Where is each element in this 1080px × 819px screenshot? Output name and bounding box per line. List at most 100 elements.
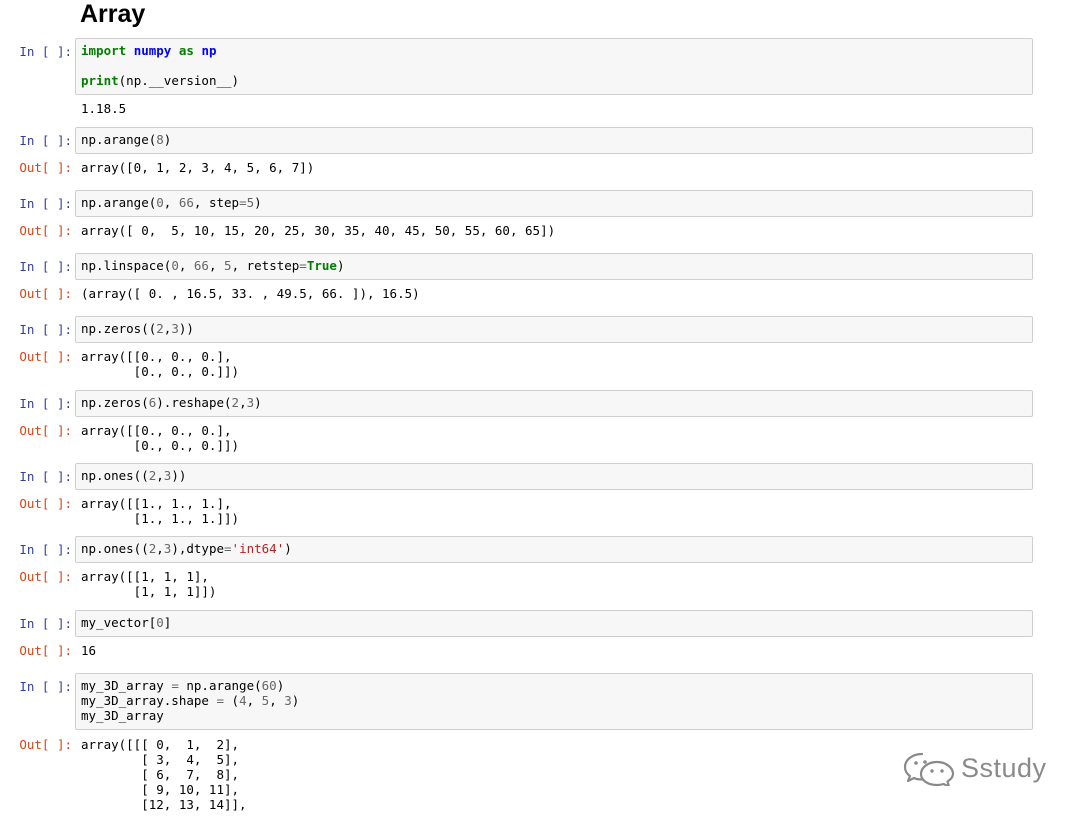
input-prompt: In [ ]: — [19, 469, 72, 484]
code-token: , — [208, 258, 225, 273]
code-token: , — [269, 693, 285, 708]
code-input-1[interactable]: np.arange(8) — [75, 127, 1033, 154]
cell-output-5: array([[0., 0., 0.], [0., 0., 0.]]) — [81, 423, 240, 453]
cell-output-4: array([[0., 0., 0.], [0., 0., 0.]]) — [81, 349, 240, 379]
code-line: import numpy as np — [81, 43, 1027, 58]
cell-output-2: array([ 0, 5, 10, 15, 20, 25, 30, 35, 40… — [81, 223, 556, 238]
code-line: np.zeros((2,3)) — [81, 321, 1027, 336]
code-line: np.arange(0, 66, step=5) — [81, 195, 1027, 210]
code-line: np.linspace(0, 66, 5, retstep=True) — [81, 258, 1027, 273]
cell-output-8: 16 — [81, 643, 97, 658]
input-prompt: In [ ]: — [19, 133, 72, 148]
code-line: my_3D_array.shape = (4, 5, 3) — [81, 693, 1027, 708]
code-token: 0 — [171, 258, 179, 273]
page-title: Array — [80, 0, 146, 28]
code-token: , step — [193, 195, 240, 210]
code-token: = — [224, 541, 232, 556]
input-prompt: In [ ]: — [19, 259, 72, 274]
code-token: ) — [336, 258, 345, 273]
input-prompt: In [ ]: — [19, 44, 72, 59]
code-token: np.zeros( — [81, 395, 149, 410]
code-token: (np.__version__) — [118, 73, 240, 88]
code-token: import — [81, 43, 127, 58]
cell-output-1: array([0, 1, 2, 3, 4, 5, 6, 7]) — [81, 160, 315, 175]
cell-output-0: 1.18.5 — [81, 101, 127, 116]
output-prompt: Out[ ]: — [19, 569, 72, 584]
output-prompt: Out[ ]: — [19, 737, 72, 752]
code-token: my_3D_array — [81, 678, 172, 693]
code-token: np — [201, 43, 217, 58]
code-line: np.zeros(6).reshape(2,3) — [81, 395, 1027, 410]
code-token: ).reshape( — [156, 395, 232, 410]
code-line: np.ones((2,3)) — [81, 468, 1027, 483]
input-prompt: In [ ]: — [19, 542, 72, 557]
code-input-6[interactable]: np.ones((2,3)) — [75, 463, 1033, 490]
code-token: = — [171, 678, 179, 693]
code-token: 0 — [156, 615, 164, 630]
code-token: ) — [254, 395, 262, 410]
cell-output-9: array([[[ 0, 1, 2], [ 3, 4, 5], [ 6, 7, … — [81, 737, 247, 812]
code-token: ) — [163, 132, 172, 147]
code-token: 'int64' — [231, 541, 285, 556]
output-prompt: Out[ ]: — [19, 349, 72, 364]
code-token: ) — [276, 678, 285, 693]
code-token: my_3D_array.shape — [81, 693, 217, 708]
code-token: , — [178, 258, 194, 273]
code-token: , — [156, 541, 164, 556]
code-token: , — [246, 693, 262, 708]
code-token: np.arange( — [81, 195, 157, 210]
code-input-3[interactable]: np.linspace(0, 66, 5, retstep=True) — [75, 253, 1033, 280]
code-token: )) — [171, 468, 187, 483]
code-token: True — [306, 258, 337, 273]
code-token: 8 — [156, 132, 164, 147]
code-token: print — [81, 73, 119, 88]
output-prompt: Out[ ]: — [19, 286, 72, 301]
code-line: my_3D_array — [81, 708, 1027, 723]
code-token: 5 — [246, 195, 255, 210]
code-token: numpy — [133, 43, 172, 58]
input-prompt: In [ ]: — [19, 616, 72, 631]
code-input-5[interactable]: np.zeros(6).reshape(2,3) — [75, 390, 1033, 417]
code-token: 3 — [246, 395, 255, 410]
code-token: 66 — [178, 195, 194, 210]
code-token: 5 — [224, 258, 232, 273]
code-input-7[interactable]: np.ones((2,3),dtype='int64') — [75, 536, 1033, 563]
input-prompt: In [ ]: — [19, 196, 72, 211]
output-prompt: Out[ ]: — [19, 160, 72, 175]
code-input-2[interactable]: np.arange(0, 66, step=5) — [75, 190, 1033, 217]
code-token: )) — [178, 321, 194, 336]
code-token: , — [156, 468, 164, 483]
code-token: np.ones(( — [81, 468, 149, 483]
watermark: Sstudy — [903, 750, 1047, 786]
code-input-8[interactable]: my_vector[0] — [75, 610, 1033, 637]
code-token: 3 — [284, 693, 292, 708]
code-token: 0 — [156, 195, 164, 210]
code-token: my_vector[ — [81, 615, 157, 630]
cell-output-7: array([[1, 1, 1], [1, 1, 1]]) — [81, 569, 217, 599]
cell-output-3: (array([ 0. , 16.5, 33. , 49.5, 66. ]), … — [81, 286, 420, 301]
code-line: my_3D_array = np.arange(60) — [81, 678, 1027, 693]
output-prompt: Out[ ]: — [19, 496, 72, 511]
code-line: my_vector[0] — [81, 615, 1027, 630]
code-token: np.arange( — [178, 678, 262, 693]
code-token: np.zeros(( — [81, 321, 157, 336]
code-token: ),dtype — [171, 541, 225, 556]
output-prompt: Out[ ]: — [19, 423, 72, 438]
code-input-9[interactable]: my_3D_array = np.arange(60) my_3D_array.s… — [75, 673, 1033, 730]
code-token: , — [163, 195, 179, 210]
code-token: , retstep — [231, 258, 300, 273]
code-token: ) — [254, 195, 262, 210]
code-token: 4 — [239, 693, 247, 708]
output-prompt: Out[ ]: — [19, 643, 72, 658]
code-token: = — [299, 258, 307, 273]
code-input-0[interactable]: import numpy as np print(np.__version__) — [75, 38, 1033, 95]
input-prompt: In [ ]: — [19, 679, 72, 694]
code-input-4[interactable]: np.zeros((2,3)) — [75, 316, 1033, 343]
code-token: as — [178, 43, 194, 58]
code-token: ( — [224, 693, 240, 708]
code-token: 66 — [193, 258, 209, 273]
code-token: 2 — [231, 395, 240, 410]
